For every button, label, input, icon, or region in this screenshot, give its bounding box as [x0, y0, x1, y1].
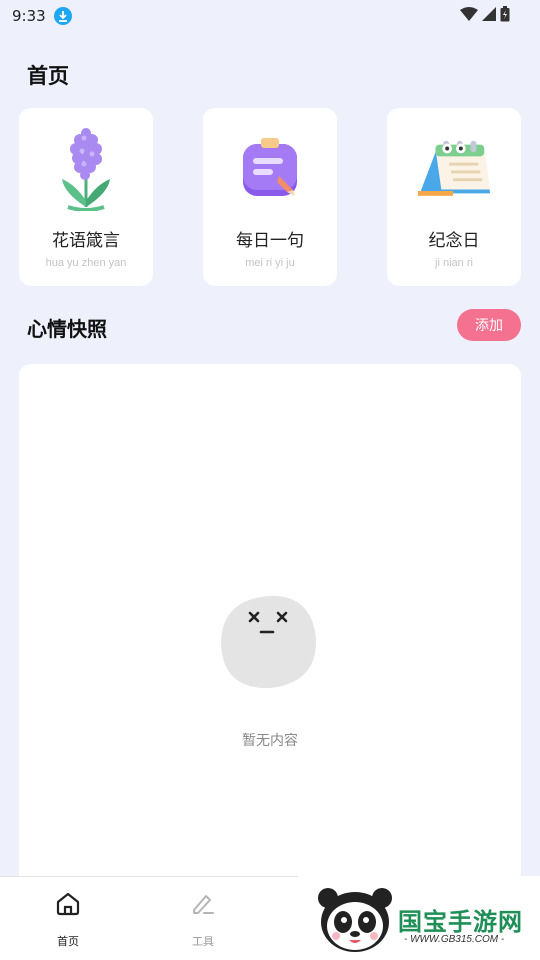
- page-title: 首页: [27, 64, 69, 88]
- nav-label-tools: 工具: [192, 935, 214, 948]
- download-icon: [53, 7, 72, 25]
- card-subtitle: mei ri yi ju: [245, 257, 295, 269]
- feature-cards: 花语箴言 hua yu zhen yan 每日一句 mei ri yi ju 纪…: [19, 108, 521, 286]
- home-icon: [55, 891, 81, 921]
- watermark: 国宝手游网 - WWW.GB315.COM -: [298, 876, 540, 960]
- card-subtitle: ji nian ri: [435, 257, 473, 269]
- nav-tools[interactable]: 工具: [173, 891, 233, 949]
- signal-icon: [482, 7, 496, 25]
- card-daily-quote[interactable]: 每日一句 mei ri yi ju: [203, 108, 337, 286]
- card-title: 每日一句: [236, 231, 304, 251]
- empty-face-icon: [219, 592, 319, 692]
- notepad-pencil-icon: [230, 126, 310, 212]
- status-time: 9:33: [12, 7, 46, 25]
- edit-icon: [190, 891, 216, 921]
- nav-label-home: 首页: [57, 935, 79, 948]
- watermark-url: - WWW.GB315.COM -: [404, 934, 505, 945]
- panda-logo-icon: [316, 884, 394, 960]
- wifi-icon: [460, 7, 478, 25]
- empty-state-text: 暂无内容: [242, 733, 298, 749]
- hyacinth-flower-icon: [46, 126, 126, 212]
- battery-icon: [500, 6, 510, 26]
- add-button[interactable]: 添加: [457, 309, 521, 341]
- card-flower-words[interactable]: 花语箴言 hua yu zhen yan: [19, 108, 153, 286]
- card-title: 纪念日: [428, 231, 480, 251]
- mood-snapshot-panel: 暂无内容: [19, 364, 521, 894]
- watermark-text: 国宝手游网: [398, 908, 523, 936]
- status-bar: 9:33: [0, 0, 540, 32]
- card-anniversary[interactable]: 纪念日 ji nian ri: [387, 108, 521, 286]
- card-title: 花语箴言: [52, 231, 120, 251]
- card-subtitle: hua yu zhen yan: [45, 257, 127, 269]
- section-title-mood: 心情快照: [27, 317, 107, 341]
- nav-home[interactable]: 首页: [38, 891, 98, 949]
- desk-calendar-icon: [414, 126, 494, 212]
